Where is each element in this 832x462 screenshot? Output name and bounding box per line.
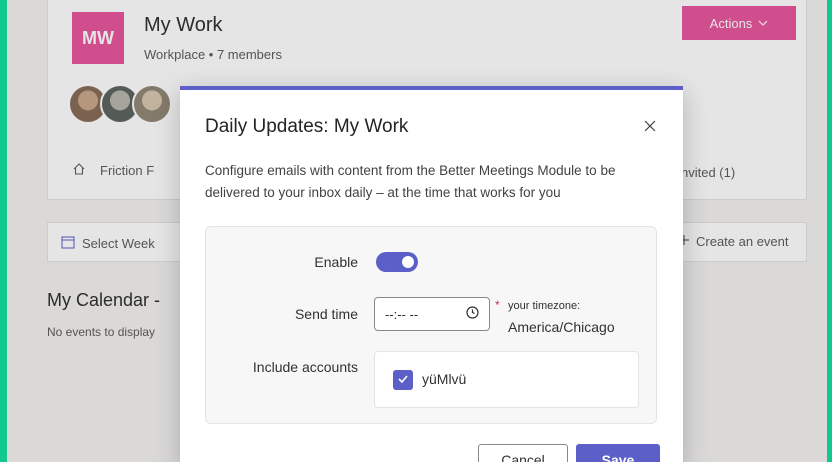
clock-icon[interactable]: [466, 306, 479, 322]
account-name: yüMlvü: [422, 371, 467, 387]
daily-updates-dialog: Daily Updates: My Work Configure emails …: [180, 86, 683, 462]
dialog-title: Daily Updates: My Work: [205, 116, 409, 137]
close-icon[interactable]: [640, 116, 660, 136]
dialog-description: Configure emails with content from the B…: [205, 163, 616, 200]
send-time-input[interactable]: --:-- --: [374, 297, 490, 331]
save-button[interactable]: Save: [576, 444, 660, 462]
accounts-list: yüMlvü: [374, 351, 639, 408]
settings-panel: Enable Send time --:-- -- * your timezon…: [205, 226, 657, 424]
required-indicator: *: [495, 298, 500, 312]
checkmark-icon: [397, 372, 409, 388]
send-time-label: Send time: [294, 306, 358, 322]
account-checkbox[interactable]: [393, 370, 413, 390]
timezone-label: your timezone:: [508, 300, 581, 312]
time-value: --:-- --: [385, 306, 419, 322]
timezone-value: America/Chicago: [508, 319, 615, 335]
toggle-knob: [402, 256, 414, 268]
enable-toggle[interactable]: [376, 252, 418, 272]
include-accounts-label: Include accounts: [252, 359, 358, 375]
enable-label: Enable: [314, 254, 358, 270]
cancel-button[interactable]: Cancel: [478, 444, 568, 462]
app-window: MW My Work Workplace • 7 members Actions…: [7, 0, 827, 462]
